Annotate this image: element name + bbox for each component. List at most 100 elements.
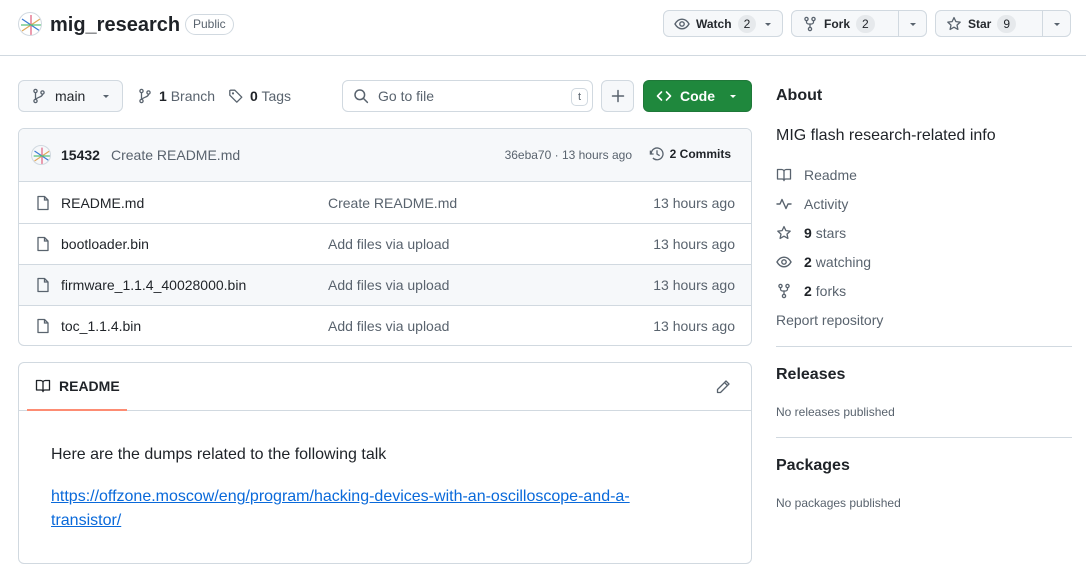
chevron-down-icon xyxy=(907,18,919,30)
repo-header: mig_research Public Watch 2 Fork 2 Star … xyxy=(0,0,1086,56)
file-icon xyxy=(35,318,51,334)
file-name[interactable]: README.md xyxy=(61,195,144,211)
file-icon xyxy=(35,236,51,252)
file-icon xyxy=(35,195,51,211)
file-commit-age: 13 hours ago xyxy=(653,318,735,334)
commits-label: 2 Commits xyxy=(669,147,731,161)
star-count: 9 xyxy=(997,14,1017,33)
file-name[interactable]: toc_1.1.4.bin xyxy=(61,318,141,334)
watch-label: Watch xyxy=(696,16,732,31)
search-placeholder: Go to file xyxy=(378,88,435,104)
tags-link[interactable]: 0 Tags xyxy=(228,80,291,112)
report-label: Report repository xyxy=(776,312,884,328)
commit-author-avatar[interactable] xyxy=(31,145,51,165)
report-repository-link[interactable]: Report repository xyxy=(776,310,883,330)
sidebar-watching-link[interactable]: 2 watching xyxy=(776,252,871,272)
go-to-file-input[interactable]: Go to file t xyxy=(342,80,593,112)
watching-count: 2 xyxy=(804,254,812,270)
fork-icon xyxy=(802,16,818,32)
branch-icon xyxy=(31,88,47,104)
code-label: Code xyxy=(680,88,715,104)
file-row[interactable]: toc_1.1.4.bin Add files via upload 13 ho… xyxy=(19,305,751,345)
repo-description: MIG flash research-related info xyxy=(776,127,996,144)
pencil-icon xyxy=(715,379,731,395)
book-icon xyxy=(776,167,792,183)
branches-count: 1 xyxy=(159,88,167,104)
tag-icon xyxy=(228,88,244,104)
sidebar-divider xyxy=(776,346,1072,347)
chevron-down-icon xyxy=(1051,18,1063,30)
repo-owner-avatar[interactable] xyxy=(18,12,42,36)
commits-link[interactable]: 2 Commits xyxy=(649,146,731,162)
packages-heading[interactable]: Packages xyxy=(776,457,850,475)
star-label: Star xyxy=(968,16,992,31)
star-icon xyxy=(776,225,792,241)
branch-icon xyxy=(137,88,153,104)
fork-dropdown-button[interactable] xyxy=(898,11,926,36)
packages-empty-text: No packages published xyxy=(776,496,901,510)
book-icon xyxy=(35,378,51,394)
forks-label: forks xyxy=(815,283,847,299)
branches-link[interactable]: 1 Branch xyxy=(137,80,215,112)
star-button-group: Star 9 xyxy=(935,10,1071,37)
commit-meta[interactable]: 36eba70 · 13 hours ago xyxy=(505,148,632,162)
file-name[interactable]: bootloader.bin xyxy=(61,236,149,252)
activity-label: Activity xyxy=(804,196,849,212)
star-icon xyxy=(946,16,962,32)
releases-empty-text: No releases published xyxy=(776,405,895,419)
readme-header: README xyxy=(19,363,751,411)
readme-tab-label: README xyxy=(59,378,120,394)
watch-button[interactable]: Watch 2 xyxy=(663,10,783,37)
search-icon xyxy=(353,88,369,104)
releases-heading[interactable]: Releases xyxy=(776,366,845,384)
stars-label: stars xyxy=(815,225,847,241)
fork-label: Fork xyxy=(824,16,851,31)
readme-label: Readme xyxy=(804,167,857,183)
tags-label: Tags xyxy=(261,88,292,104)
chevron-down-icon xyxy=(727,90,739,102)
edit-readme-button[interactable] xyxy=(715,379,731,395)
about-heading: About xyxy=(776,87,823,104)
tags-count: 0 xyxy=(250,88,258,104)
star-button[interactable]: Star 9 xyxy=(936,11,1042,36)
branches-label: Branch xyxy=(170,88,216,104)
file-icon xyxy=(35,277,51,293)
sidebar-stars-link[interactable]: 9 stars xyxy=(776,223,846,243)
tab-readme[interactable]: README xyxy=(27,363,127,411)
file-browser: 15432 Create README.md 36eba70 · 13 hour… xyxy=(18,128,752,346)
readme-panel: README Here are the dumps related to the… xyxy=(18,362,752,564)
eye-icon xyxy=(674,16,690,32)
history-icon xyxy=(649,146,665,162)
eye-icon xyxy=(776,254,792,270)
branch-selector[interactable]: main xyxy=(18,80,123,112)
readme-talk-link[interactable]: https://offzone.moscow/eng/program/hacki… xyxy=(51,485,691,533)
watching-label: watching xyxy=(815,254,872,270)
fork-icon xyxy=(776,283,792,299)
add-file-button[interactable] xyxy=(601,80,634,112)
watch-count: 2 xyxy=(737,14,757,33)
star-dropdown-button[interactable] xyxy=(1042,11,1070,36)
file-row[interactable]: bootloader.bin Add files via upload 13 h… xyxy=(19,223,751,264)
file-commit-message[interactable]: Add files via upload xyxy=(328,318,449,334)
code-icon xyxy=(656,88,672,104)
file-name[interactable]: firmware_1.1.4_40028000.bin xyxy=(61,277,246,293)
file-row[interactable]: README.md Create README.md 13 hours ago xyxy=(19,183,751,224)
chevron-down-icon xyxy=(762,18,774,30)
chevron-down-icon xyxy=(100,90,112,102)
file-commit-message[interactable]: Add files via upload xyxy=(328,236,449,252)
file-commit-message[interactable]: Add files via upload xyxy=(328,277,449,293)
fork-button[interactable]: Fork 2 xyxy=(792,11,898,36)
code-button[interactable]: Code xyxy=(643,80,752,112)
plus-icon xyxy=(610,88,626,104)
sidebar-readme-link[interactable]: Readme xyxy=(776,165,857,185)
sidebar-forks-link[interactable]: 2 forks xyxy=(776,281,846,301)
sidebar-activity-link[interactable]: Activity xyxy=(776,194,848,214)
repo-name[interactable]: mig_research xyxy=(50,12,180,38)
commit-author[interactable]: 15432 xyxy=(61,147,100,163)
file-row[interactable]: firmware_1.1.4_40028000.bin Add files vi… xyxy=(19,264,751,305)
fork-count: 2 xyxy=(856,14,875,33)
file-commit-message[interactable]: Create README.md xyxy=(328,195,457,211)
search-shortcut-key: t xyxy=(571,88,588,106)
file-commit-age: 13 hours ago xyxy=(653,277,735,293)
commit-message[interactable]: Create README.md xyxy=(111,147,240,163)
